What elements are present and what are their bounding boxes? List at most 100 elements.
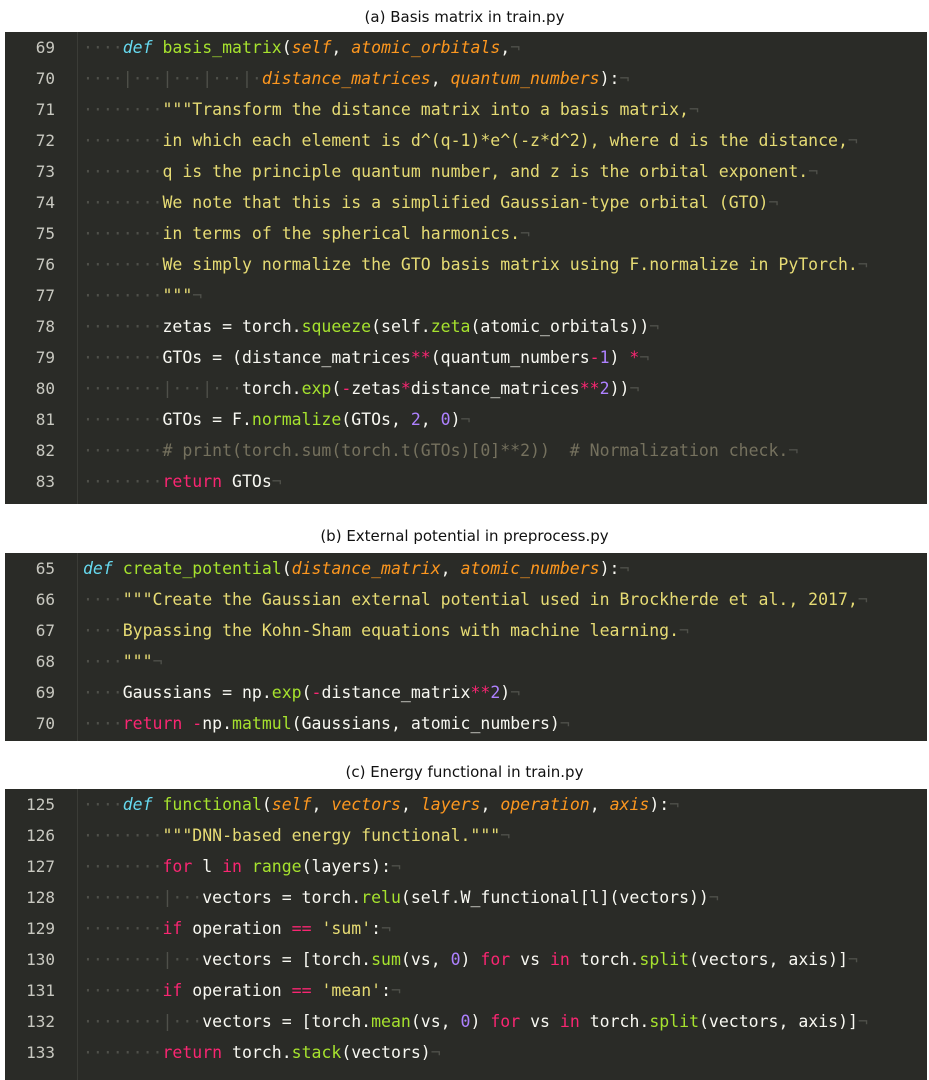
code-token: ···· (83, 714, 123, 733)
code-token: """Create the Gaussian external potentia… (122, 590, 858, 609)
line-number: 72 (35, 131, 55, 150)
code-token: ········ (83, 286, 163, 305)
line-number: 130 (26, 950, 55, 969)
code-text: ········"""Transform the distance matrix… (83, 94, 699, 125)
code-token: axis (609, 795, 650, 814)
code-token: def (122, 795, 153, 814)
code-token: ········ (83, 919, 163, 938)
code-line: 131 ········if operation == 'mean':¬ (5, 975, 927, 1006)
code-token: GTOs (222, 472, 272, 491)
code-token: ¬ (391, 981, 401, 1000)
code-token: """Transform the distance matrix into a … (162, 100, 689, 119)
code-token: ¬ (857, 255, 868, 274)
code-token: ········|···|··· (83, 379, 242, 398)
code-token: quantum_numbers (450, 69, 600, 88)
code-token: (vectors) (341, 1043, 431, 1062)
line-number: 69 (35, 683, 55, 702)
code-token: normalize (251, 410, 342, 429)
code-token: """ (122, 652, 153, 671)
code-token: ¬ (381, 919, 391, 938)
code-token: """DNN-based energy functional.""" (162, 826, 501, 845)
code-line: 133 ········return torch.stack(vectors)¬ (5, 1037, 927, 1068)
code-token: ** (579, 379, 600, 398)
line-number: 81 (35, 410, 55, 429)
code-token: ¬ (768, 193, 779, 212)
code-token: ¬ (629, 379, 640, 398)
code-token: 2 (599, 379, 610, 398)
code-token: vectors = torch. (202, 888, 362, 907)
code-line: 77 ········"""¬ (5, 280, 927, 311)
code-token: ** (470, 683, 491, 702)
line-number: 127 (26, 857, 55, 876)
code-token: 1 (599, 348, 610, 367)
caption-energy-functional: (c) Energy functional in train.py (345, 763, 584, 781)
code-text: ········q is the principle quantum numbe… (83, 156, 818, 187)
code-text: ········return torch.stack(vectors)¬ (83, 1037, 441, 1068)
code-text: ········if operation == 'sum':¬ (83, 913, 391, 944)
caption-basis-matrix: (a) Basis matrix in train.py (364, 8, 565, 26)
code-token: ) (450, 410, 461, 429)
code-token: ¬ (848, 950, 858, 969)
code-line: 81 ········GTOs = F.normalize(GTOs, 2, 0)… (5, 404, 927, 435)
code-token: for (162, 857, 193, 876)
code-line: 67 ····Bypassing the Kohn-Sham equations … (5, 615, 927, 646)
code-token: 2 (490, 683, 501, 702)
code-token: ¬ (271, 472, 282, 491)
code-text: ········We simply normalize the GTO basi… (83, 249, 868, 280)
code-token: ········ (83, 317, 163, 336)
code-token: Bypassing the Kohn-Sham equations with m… (122, 621, 680, 640)
code-token: return (162, 472, 223, 491)
code-token: , (589, 795, 610, 814)
code-token: ¬ (460, 410, 471, 429)
code-token: ····|···|···|···|· (83, 69, 262, 88)
line-number: 83 (35, 472, 55, 491)
code-token: ¬ (152, 652, 163, 671)
code-token: zeta (430, 317, 471, 336)
code-token: (vs, (400, 950, 451, 969)
code-token: , (331, 38, 352, 57)
line-number: 126 (26, 826, 55, 845)
code-text: ········GTOs = F.normalize(GTOs, 2, 0)¬ (83, 404, 470, 435)
code-text: ········|···vectors = [torch.mean(vs, 0)… (83, 1006, 868, 1037)
code-token: ········ (83, 348, 163, 367)
code-token: ¬ (708, 888, 719, 907)
code-text: ········|···vectors = [torch.sum(vs, 0) … (83, 944, 858, 975)
code-token: operation (500, 795, 590, 814)
code-line: 71 ········"""Transform the distance matr… (5, 94, 927, 125)
code-token: ¬ (639, 348, 650, 367)
code-line: 78 ········zetas = torch.squeeze(self.zet… (5, 311, 927, 342)
code-token: exp (271, 683, 302, 702)
code-line: 130 ········|···vectors = [torch.sum(vs, … (5, 944, 927, 975)
code-panel-external-potential: 65 def create_potential(distance_matrix, … (5, 553, 927, 741)
code-token: We simply normalize the GTO basis matrix… (162, 255, 858, 274)
code-line: 74 ········We note that this is a simplif… (5, 187, 927, 218)
code-token: ¬ (669, 795, 680, 814)
code-token: We note that this is a simplified Gaussi… (162, 193, 769, 212)
code-token: layers (420, 795, 481, 814)
code-token: in terms of the spherical harmonics. (162, 224, 521, 243)
code-token: self (271, 795, 312, 814)
code-token: ¬ (559, 714, 570, 733)
code-panel-energy-functional: 125 ····def functional(self, vectors, lay… (5, 789, 927, 1080)
code-token: distance_matrices (410, 379, 580, 398)
code-token: : (381, 981, 391, 1000)
code-token: functional (162, 795, 262, 814)
code-token: ···· (83, 590, 123, 609)
code-text: ········for l in range(layers):¬ (83, 851, 401, 882)
code-token: zetas = torch. (162, 317, 302, 336)
code-text: ····Gaussians = np.exp(-distance_matrix*… (83, 677, 520, 708)
code-token: ¬ (430, 1043, 441, 1062)
code-line: 65 def create_potential(distance_matrix, … (5, 553, 927, 584)
code-text: ········"""¬ (83, 280, 202, 311)
code-line: 129 ········if operation == 'sum':¬ (5, 913, 927, 944)
code-token: 'mean' (321, 981, 382, 1000)
code-line: 70 ····|···|···|···|·distance_matrices, q… (5, 63, 927, 94)
code-text: def create_potential(distance_matrix, at… (83, 553, 629, 584)
code-token: * (629, 348, 640, 367)
code-token: vs (510, 950, 550, 969)
code-text: ········"""DNN-based energy functional."… (83, 820, 510, 851)
code-token: torch. (222, 1043, 292, 1062)
